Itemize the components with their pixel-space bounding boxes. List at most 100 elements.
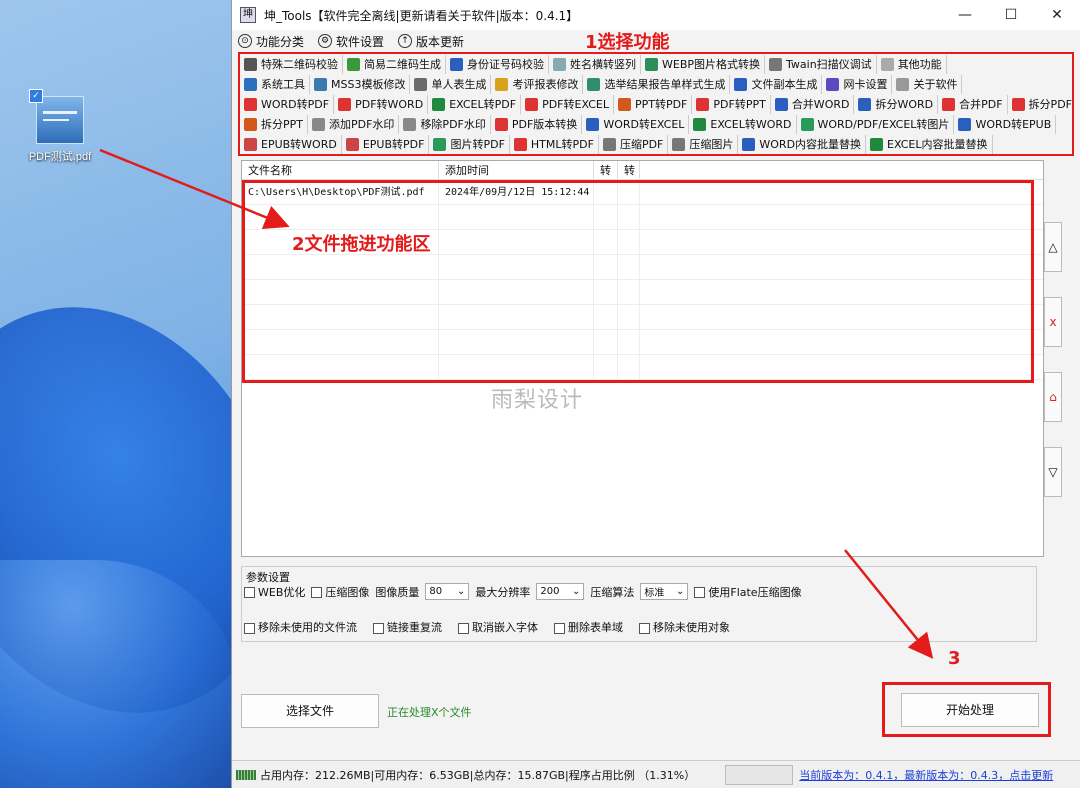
tool-button[interactable]: 身份证号码校验 <box>446 54 549 74</box>
tool-button[interactable]: 文件副本生成 <box>730 74 823 94</box>
tool-button[interactable]: 选举结果报告单样式生成 <box>583 74 731 94</box>
tool-icon <box>450 57 463 71</box>
tool-button[interactable]: WEBP图片格式转换 <box>641 54 766 74</box>
tool-icon <box>553 57 566 71</box>
remove-unused-objects-checkbox[interactable]: 移除未使用对象 <box>639 619 730 635</box>
delete-form-fields-checkbox[interactable]: 删除表单域 <box>554 619 623 635</box>
tool-button[interactable]: WORD转PDF <box>240 94 335 114</box>
tool-button[interactable]: PDF转WORD <box>334 94 429 114</box>
tool-button[interactable]: 考评报表修改 <box>491 74 584 94</box>
tool-button[interactable]: 压缩图片 <box>668 134 739 154</box>
memory-icon <box>236 769 256 780</box>
move-down-button[interactable]: ▽ <box>1044 447 1062 497</box>
tool-button[interactable]: 添加PDF水印 <box>308 114 400 134</box>
tool-label: 移除PDF水印 <box>420 118 486 131</box>
compression-algo-select[interactable]: 标准 ⌄ <box>640 583 689 600</box>
web-optimize-checkbox[interactable]: WEB优化 <box>244 584 305 600</box>
menu-function-category[interactable]: ⊙ 功能分类 <box>238 33 304 50</box>
unembed-fonts-checkbox[interactable]: 取消嵌入字体 <box>458 619 538 635</box>
column-header-convert-2[interactable]: 转 <box>618 161 640 179</box>
menu-label: 软件设置 <box>336 34 385 49</box>
tool-button[interactable]: EPUB转PDF <box>342 134 430 154</box>
tool-icon <box>774 97 788 111</box>
tool-button[interactable]: EPUB转WORD <box>240 134 342 154</box>
column-header-time[interactable]: 添加时间 <box>439 161 594 179</box>
pdf-thumbnail: ✓ <box>29 89 84 144</box>
tool-button[interactable]: 系统工具 <box>240 74 310 94</box>
tool-icon <box>769 57 783 71</box>
tool-label: HTML转PDF <box>530 138 594 151</box>
tool-label: PDF转EXCEL <box>542 98 609 111</box>
tool-label: 添加PDF水印 <box>329 118 395 131</box>
tool-icon <box>338 97 352 111</box>
remove-button[interactable]: x <box>1044 297 1062 347</box>
image-quality-select[interactable]: 80 ⌄ <box>425 583 470 600</box>
window-title: 坤_Tools【软件完全离线|更新请看关于软件|版本：0.4.1】 <box>264 8 579 23</box>
max-resolution-select[interactable]: 200 ⌄ <box>536 583 585 600</box>
tool-button[interactable]: Twain扫描仪调试 <box>765 54 877 74</box>
tool-button[interactable]: 合并WORD <box>771 94 855 114</box>
tool-icon <box>958 117 972 131</box>
tool-label: EPUB转PDF <box>362 138 425 151</box>
clear-list-button[interactable]: ⌂ <box>1044 372 1062 422</box>
menu-software-settings[interactable]: ⚙ 软件设置 <box>318 33 384 50</box>
menu-label: 功能分类 <box>256 34 305 49</box>
annotation-step1: 1选择功能 <box>585 32 670 53</box>
link-duplicate-streams-checkbox[interactable]: 链接重复流 <box>373 619 442 635</box>
tool-label: 合并WORD <box>791 98 850 111</box>
tool-icon <box>880 57 894 71</box>
close-button[interactable]: ✕ <box>1034 0 1080 30</box>
tool-button[interactable]: PDF版本转换 <box>491 114 583 134</box>
tool-button[interactable]: 移除PDF水印 <box>399 114 491 134</box>
tool-button[interactable]: 图片转PDF <box>429 134 510 154</box>
column-header-filename[interactable]: 文件名称 <box>242 161 439 179</box>
toolbar-row: 拆分PPT 添加PDF水印 移除PDF水印 PDF版本转换 WORD转EXCEL EXCE… <box>240 114 1072 134</box>
tool-button[interactable]: EXCEL转PDF <box>428 94 522 114</box>
tool-label: PDF转PPT <box>713 98 766 111</box>
tool-button[interactable]: WORD转EXCEL <box>582 114 690 134</box>
tool-button[interactable]: WORD转EPUB <box>954 114 1057 134</box>
tool-button[interactable]: 特殊二维码校验 <box>240 54 343 74</box>
tool-label: EXCEL转PDF <box>449 98 517 111</box>
desktop-file-icon[interactable]: ✓ PDF测试.pdf <box>22 89 98 164</box>
toolbar-row: 系统工具 MSS3模板修改 单人表生成 考评报表修改 选举结果报告单样式生成 文件副本生成… <box>240 74 1072 94</box>
minimize-button[interactable]: — <box>942 0 988 30</box>
tool-button[interactable]: EXCEL内容批量替换 <box>866 134 993 154</box>
tool-label: 姓名横转竖列 <box>570 58 636 71</box>
tool-button[interactable]: 拆分WORD <box>854 94 939 114</box>
move-up-button[interactable]: △ <box>1044 222 1062 272</box>
start-process-button[interactable]: 开始处理 <box>901 693 1039 727</box>
tool-label: WORD内容批量替换 <box>759 138 862 151</box>
tool-button[interactable]: WORD/PDF/EXCEL转图片 <box>797 114 955 134</box>
choose-file-button[interactable]: 选择文件 <box>241 694 379 728</box>
tool-button[interactable]: 其他功能 <box>877 54 947 74</box>
tool-button[interactable]: PPT转PDF <box>614 94 693 114</box>
tool-button[interactable]: 姓名横转竖列 <box>549 54 641 74</box>
tool-button[interactable]: WORD内容批量替换 <box>738 134 867 154</box>
flate-compress-checkbox[interactable]: 使用Flate压缩图像 <box>694 584 802 600</box>
tool-button[interactable]: MSS3模板修改 <box>310 74 411 94</box>
tool-button[interactable]: PDF转EXCEL <box>521 94 614 114</box>
tool-button[interactable]: PDF转PPT <box>692 94 771 114</box>
tool-label: WORD转PDF <box>261 98 330 111</box>
tool-button[interactable]: 关于软件 <box>892 74 963 94</box>
remove-unused-streams-checkbox[interactable]: 移除未使用的文件流 <box>244 619 357 635</box>
tool-button[interactable]: EXCEL转WORD <box>689 114 797 134</box>
tool-label: WORD转EXCEL <box>603 118 685 131</box>
column-header-convert[interactable]: 转 <box>594 161 618 179</box>
tool-label: 压缩PDF <box>619 138 664 151</box>
update-link[interactable]: 当前版本为：0.4.1，最新版本为：0.4.3，点击更新 <box>799 767 1053 783</box>
tool-button[interactable]: 合并PDF <box>938 94 1008 114</box>
maximize-button[interactable]: ☐ <box>988 0 1034 30</box>
tool-button[interactable]: 网卡设置 <box>822 74 893 94</box>
compress-image-checkbox[interactable]: 压缩图像 <box>311 584 369 600</box>
tool-button[interactable]: 压缩PDF <box>599 134 669 154</box>
tool-icon <box>693 117 707 131</box>
tool-button[interactable]: 拆分PPT <box>240 114 308 134</box>
tool-button[interactable]: 拆分PDF <box>1008 95 1072 114</box>
menu-version-update[interactable]: ↑ 版本更新 <box>398 33 464 50</box>
tool-button[interactable]: HTML转PDF <box>510 134 599 154</box>
toolbar-row: WORD转PDF PDF转WORD EXCEL转PDF PDF转EXCEL PPT转PD… <box>240 94 1072 114</box>
tool-button[interactable]: 简易二维码生成 <box>343 54 446 74</box>
tool-button[interactable]: 单人表生成 <box>410 74 492 94</box>
